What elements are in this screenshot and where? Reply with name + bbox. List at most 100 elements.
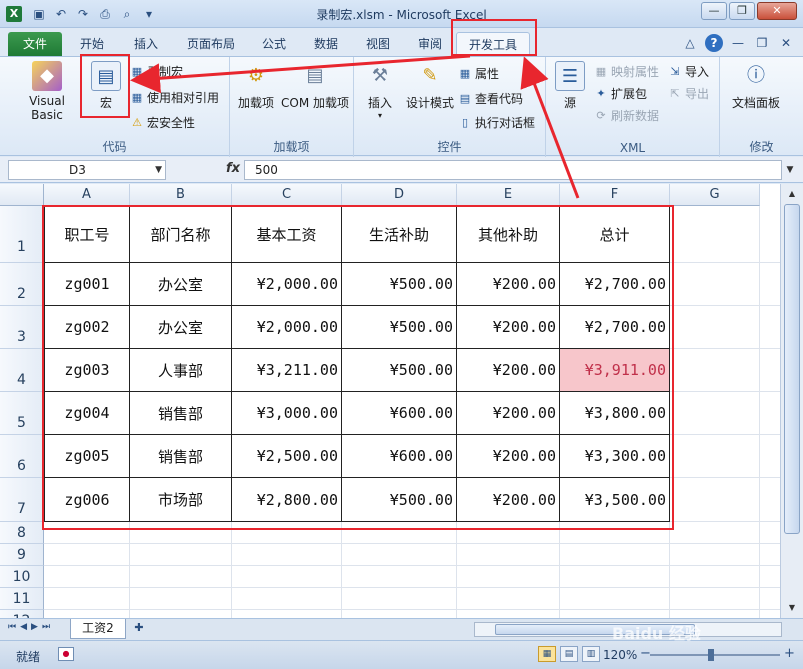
column-header-A[interactable]: A (44, 184, 130, 206)
chevron-down-icon: ▾ (377, 111, 382, 120)
com-addins-button[interactable]: ▤ COM 加载项 (278, 61, 352, 111)
export-icon: ⇱ (670, 86, 680, 100)
formula-input[interactable]: 500 (244, 160, 782, 180)
scroll-up-icon[interactable]: ▲ (784, 187, 800, 201)
row-header-8[interactable]: 8 (0, 522, 44, 544)
normal-view-icon[interactable]: ▦ (538, 646, 556, 662)
tab-page-layout[interactable]: 页面布局 (178, 32, 244, 56)
addins-button[interactable]: ⚙ 加载项 (234, 61, 278, 111)
view-code-button[interactable]: ▤ 查看代码 (458, 90, 523, 107)
column-header-E[interactable]: E (457, 184, 560, 206)
column-header-B[interactable]: B (130, 184, 232, 206)
sheet-tab[interactable]: 工资2 (70, 619, 126, 639)
select-all-corner[interactable] (0, 184, 44, 206)
title-bar: X ▣ ↶ ↷ ⎙ ⌕ ▾ 录制宏.xlsm - Microsoft Excel… (0, 0, 803, 28)
export-button[interactable]: ⇱ 导出 (668, 85, 709, 102)
insert-function-icon[interactable]: fx (226, 161, 240, 176)
row-header-2[interactable]: 2 (0, 263, 44, 306)
tab-formulas[interactable]: 公式 (252, 32, 296, 56)
row-header-12[interactable]: 12 (0, 610, 44, 618)
column-header-F[interactable]: F (560, 184, 670, 206)
status-ready: 就绪 (16, 650, 41, 664)
gridline-horizontal (44, 609, 780, 610)
row-header-4[interactable]: 4 (0, 349, 44, 392)
macro-security-button[interactable]: ⚠ 宏安全性 (130, 114, 195, 131)
next-sheet-icon[interactable]: ▶ (31, 622, 38, 632)
visual-basic-button[interactable]: ◆ Visual Basic (12, 61, 82, 122)
map-properties-button[interactable]: ▦ 映射属性 (594, 63, 659, 80)
name-box[interactable]: D3 ▼ (8, 160, 166, 180)
import-button[interactable]: ⇲ 导入 (668, 63, 709, 80)
doc-restore-icon[interactable]: ❐ (753, 34, 771, 52)
window-title: 录制宏.xlsm - Microsoft Excel (316, 8, 487, 22)
group-controls-label: 控件 (437, 140, 462, 154)
column-header-C[interactable]: C (232, 184, 342, 206)
run-dialog-button[interactable]: ▯ 执行对话框 (458, 114, 535, 131)
gridline-horizontal (44, 543, 780, 544)
restore-icon[interactable]: ❐ (729, 2, 755, 20)
minimize-ribbon-icon[interactable]: △ (681, 34, 699, 52)
zoom-slider-knob[interactable] (708, 649, 714, 661)
doc-minimize-icon[interactable]: — (729, 34, 747, 52)
row-header-10[interactable]: 10 (0, 566, 44, 588)
help-icon[interactable]: ? (705, 34, 723, 52)
zoom-in-icon[interactable]: + (784, 646, 795, 661)
scroll-thumb[interactable] (784, 204, 800, 534)
zoom-slider[interactable] (650, 649, 780, 661)
prev-sheet-icon[interactable]: ◀ (20, 622, 27, 632)
vertical-scrollbar[interactable]: ▲ ▼ (780, 184, 803, 618)
group-modify: ⓘ 文档面板 修改 (720, 57, 803, 157)
view-code-icon: ▤ (459, 91, 471, 105)
minimize-icon[interactable]: — (701, 2, 727, 20)
row-header-11[interactable]: 11 (0, 588, 44, 610)
group-addins-label: 加载项 (273, 140, 310, 154)
last-sheet-icon[interactable]: ⏭ (42, 622, 50, 632)
doc-close-icon[interactable]: ✕ (777, 34, 795, 52)
document-panel-button[interactable]: ⓘ 文档面板 (724, 61, 788, 111)
window-controls: — ❐ ✕ (701, 2, 797, 20)
group-modify-label: 修改 (749, 140, 774, 154)
sheet-navigation: ⏮ ◀ ▶ ⏭ (8, 622, 50, 632)
scroll-down-icon[interactable]: ▼ (784, 601, 800, 615)
tab-home[interactable]: 开始 (70, 32, 114, 56)
relative-reference-button[interactable]: ▦ 使用相对引用 (130, 89, 219, 106)
relative-reference-icon: ▦ (131, 90, 143, 104)
insert-control-button[interactable]: ⚒ 插入 ▾ (358, 61, 402, 120)
design-mode-button[interactable]: ✎ 设计模式 (402, 61, 458, 111)
xml-source-button[interactable]: ☰ 源 (550, 61, 590, 111)
page-layout-view-icon[interactable]: ▤ (560, 646, 578, 662)
new-sheet-icon[interactable]: ✚ (130, 621, 148, 637)
zoom-level[interactable]: 120% (603, 648, 637, 662)
row-header-5[interactable]: 5 (0, 392, 44, 435)
row-header-6[interactable]: 6 (0, 435, 44, 478)
tab-review[interactable]: 审阅 (408, 32, 452, 56)
row-header-7[interactable]: 7 (0, 478, 44, 522)
group-addins: ⚙ 加载项 ▤ COM 加载项 加载项 (230, 57, 354, 157)
group-code-label: 代码 (102, 140, 127, 154)
row-header-9[interactable]: 9 (0, 544, 44, 566)
properties-button[interactable]: ▦ 属性 (458, 65, 499, 82)
document-panel-icon: ⓘ (747, 65, 765, 86)
page-break-view-icon[interactable]: ▥ (582, 646, 600, 662)
macro-record-icon[interactable]: ● (58, 647, 74, 661)
tab-data[interactable]: 数据 (304, 32, 348, 56)
group-xml: ☰ 源 ▦ 映射属性 ✦ 扩展包 ⟳ 刷新数据 ⇲ 导入 ⇱ 导出 XML (546, 57, 720, 157)
first-sheet-icon[interactable]: ⏮ (8, 622, 16, 632)
group-xml-label: XML (619, 141, 646, 155)
gridline-horizontal (44, 565, 780, 566)
chevron-down-icon[interactable]: ▼ (155, 161, 162, 179)
row-header-1[interactable]: 1 (0, 206, 44, 263)
refresh-data-button[interactable]: ⟳ 刷新数据 (594, 107, 659, 124)
gear-icon: ⚙ (247, 65, 265, 86)
row-header-3[interactable]: 3 (0, 306, 44, 349)
column-header-G[interactable]: G (670, 184, 760, 206)
close-icon[interactable]: ✕ (757, 2, 797, 20)
tab-view[interactable]: 视图 (356, 32, 400, 56)
expansion-packs-button[interactable]: ✦ 扩展包 (594, 85, 647, 102)
annotation-box-table (42, 205, 674, 530)
tab-insert[interactable]: 插入 (124, 32, 168, 56)
column-header-D[interactable]: D (342, 184, 457, 206)
expand-formula-icon[interactable]: ▼ (783, 161, 797, 179)
record-macro-button[interactable]: ▦ 录制宏 (130, 63, 183, 80)
tab-file[interactable]: 文件 (8, 32, 62, 56)
